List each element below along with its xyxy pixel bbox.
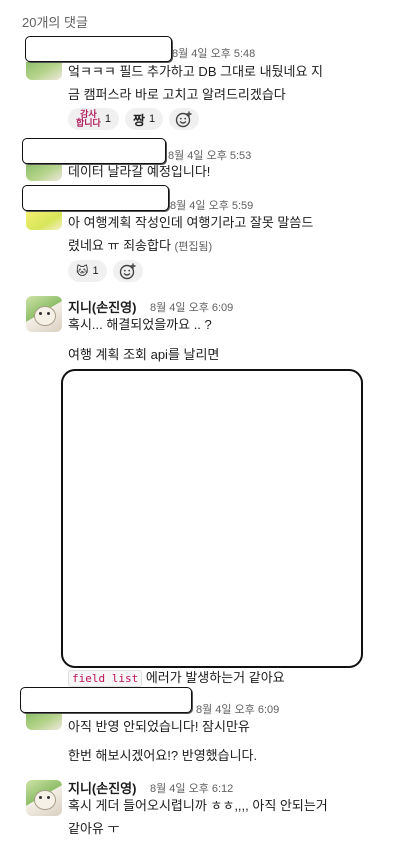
edited-label: (편집됨) (174, 241, 213, 253)
thread-reply-count: 20개의 댓글 (22, 16, 88, 30)
avatar[interactable] (26, 780, 62, 816)
add-emoji-icon (119, 263, 136, 280)
reaction-count: 1 (148, 113, 156, 125)
add-reaction-button[interactable] (112, 260, 143, 282)
avatar[interactable] (26, 62, 62, 80)
avatar[interactable] (26, 212, 62, 230)
avatar[interactable] (26, 165, 62, 181)
timestamp[interactable]: 8월 4일 오후 5:48 (172, 45, 255, 61)
message-text: 에러가 발생하는거 같아요 (142, 670, 285, 685)
inline-code: field list (68, 670, 143, 687)
message-text-line: 렸네요 ㅠ 죄송합다 (편집됨) (68, 234, 212, 259)
reaction-bar: 🐱 1 (68, 260, 143, 282)
attached-image-redacted[interactable] (61, 369, 363, 668)
reaction-best[interactable]: 짱 1 (124, 108, 164, 130)
add-reaction-button[interactable] (169, 108, 200, 130)
avatar[interactable] (26, 714, 62, 730)
add-emoji-icon (175, 111, 192, 128)
reaction-bar: 감사 합니다 1 짱 1 (68, 108, 200, 130)
message-text-line: 여행 계획 조회 api를 날리면 (68, 347, 220, 362)
message-text-line: 데이터 날라갈 예정입니다! (68, 164, 211, 179)
reaction-count: 1 (92, 265, 99, 277)
message-text: 렸네요 ㅠ 죄송합다 (68, 238, 171, 253)
redacted-username (22, 185, 169, 211)
reaction-count: 1 (104, 113, 111, 125)
reaction-cat[interactable]: 🐱 1 (68, 260, 107, 282)
message-text-line: 혹시 게더 들어오시렵니까 ㅎㅎ,,,, 아직 안되는거 (68, 798, 328, 813)
cat-emoji-icon: 🐱 (76, 264, 89, 278)
message-text-line: 같아유 ㅜ (68, 821, 120, 836)
message-text-line: 아직 반영 안되었습니다! 잠시만유 (68, 719, 250, 734)
message-text-line: 금 캠퍼스라 바로 고치고 알려드리겠습다 (68, 87, 286, 102)
reaction-thanks[interactable]: 감사 합니다 1 (68, 108, 119, 130)
message-text-line: 한번 해보시겠어요!? 반영했습니다. (68, 748, 258, 763)
message-text-line: 아 여행계획 작성인데 여행기라고 잘못 말씀드 (68, 215, 314, 230)
redacted-username (20, 687, 192, 713)
redacted-username (25, 36, 172, 62)
thanks-emoji-icon: 감사 합니다 (76, 109, 101, 128)
message-text-line: 엌ㅋㅋㅋ 필드 추가하고 DB 그대로 내뒀네요 지 (68, 64, 324, 79)
message-text-line: 혹시... 해결되었을까요 .. ? (68, 317, 212, 332)
best-emoji-icon: 짱 (132, 112, 145, 128)
avatar[interactable] (26, 296, 62, 332)
